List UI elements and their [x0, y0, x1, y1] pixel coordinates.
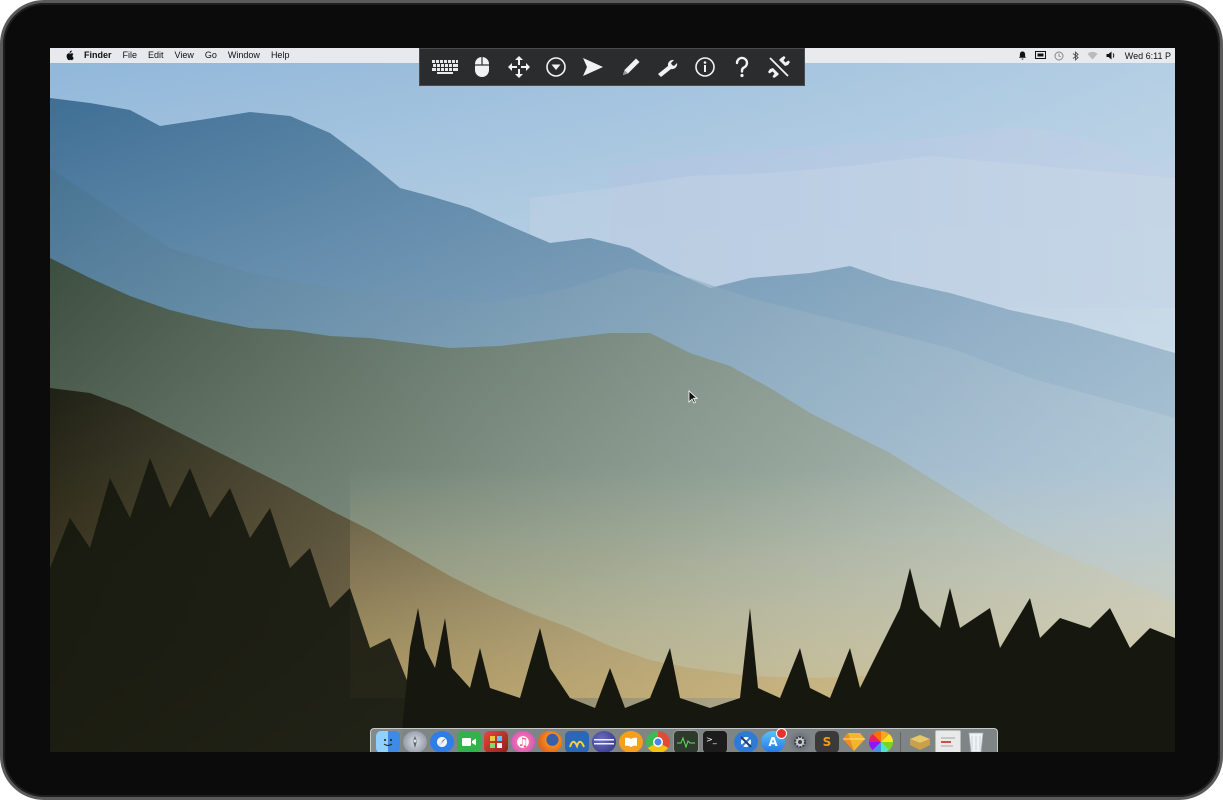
desktop-screen: Finder File Edit View Go Window Help Wed…	[50, 48, 1175, 752]
menu-go[interactable]: Go	[205, 48, 217, 63]
app-store-badge	[776, 727, 787, 739]
apple-icon[interactable]	[62, 50, 76, 61]
dock: ♫ >_ A S	[370, 727, 998, 753]
disconnect-icon[interactable]	[764, 52, 794, 82]
menu-clock[interactable]: Wed 6:11 P	[1125, 51, 1171, 61]
sublime-text-icon[interactable]: S	[815, 730, 839, 752]
app-store-icon[interactable]: A	[761, 727, 787, 752]
chrome-icon[interactable]	[646, 730, 670, 752]
stack-folder-icon[interactable]	[908, 731, 932, 753]
sketch-icon[interactable]	[842, 731, 866, 753]
move-icon[interactable]	[504, 52, 534, 82]
finder-icon[interactable]	[376, 730, 400, 752]
documents-stack-icon[interactable]	[935, 729, 961, 752]
menu-edit[interactable]: Edit	[148, 48, 164, 63]
menu-app-name[interactable]: Finder	[84, 48, 112, 63]
safari-icon[interactable]	[430, 730, 454, 752]
bluetooth-icon[interactable]	[1072, 50, 1079, 61]
mouse-cursor-icon	[688, 390, 698, 404]
menu-file[interactable]: File	[123, 48, 138, 63]
photos-icon[interactable]	[869, 730, 893, 752]
remote-toolbar	[419, 48, 805, 86]
pen-icon[interactable]	[616, 52, 646, 82]
mouse-icon[interactable]	[467, 52, 497, 82]
eclipse-icon[interactable]	[592, 730, 616, 752]
status-area: Wed 6:11 P	[1018, 48, 1171, 63]
system-preferences-icon[interactable]	[788, 730, 812, 752]
menu-window[interactable]: Window	[228, 48, 260, 63]
dock-separator	[900, 731, 901, 752]
ibooks-icon[interactable]	[619, 730, 643, 752]
dropdown-circle-icon[interactable]	[541, 52, 571, 82]
menu-view[interactable]: View	[175, 48, 194, 63]
launchpad-icon[interactable]	[403, 730, 427, 752]
terminal-icon[interactable]: >_	[702, 729, 728, 752]
trash-icon[interactable]	[964, 731, 988, 753]
info-icon[interactable]	[690, 52, 720, 82]
desktop-wallpaper	[50, 48, 1175, 752]
firefox-icon[interactable]	[538, 730, 562, 752]
menu-help[interactable]: Help	[271, 48, 290, 63]
xcode-icon[interactable]	[734, 730, 758, 752]
photo-booth-icon[interactable]	[484, 730, 508, 752]
wrench-icon[interactable]	[653, 52, 683, 82]
wireshark-icon[interactable]	[565, 730, 589, 752]
screen-icon[interactable]	[1034, 51, 1046, 60]
keyboard-icon[interactable]	[430, 52, 460, 82]
help-icon[interactable]	[727, 52, 757, 82]
send-icon[interactable]	[578, 52, 608, 82]
notification-icon[interactable]	[1018, 51, 1027, 60]
itunes-icon[interactable]: ♫	[511, 730, 535, 752]
activity-monitor-icon[interactable]	[673, 729, 699, 752]
wifi-icon[interactable]	[1087, 51, 1098, 60]
facetime-icon[interactable]	[457, 730, 481, 752]
time-machine-icon[interactable]	[1054, 51, 1064, 61]
volume-icon[interactable]	[1106, 51, 1117, 60]
